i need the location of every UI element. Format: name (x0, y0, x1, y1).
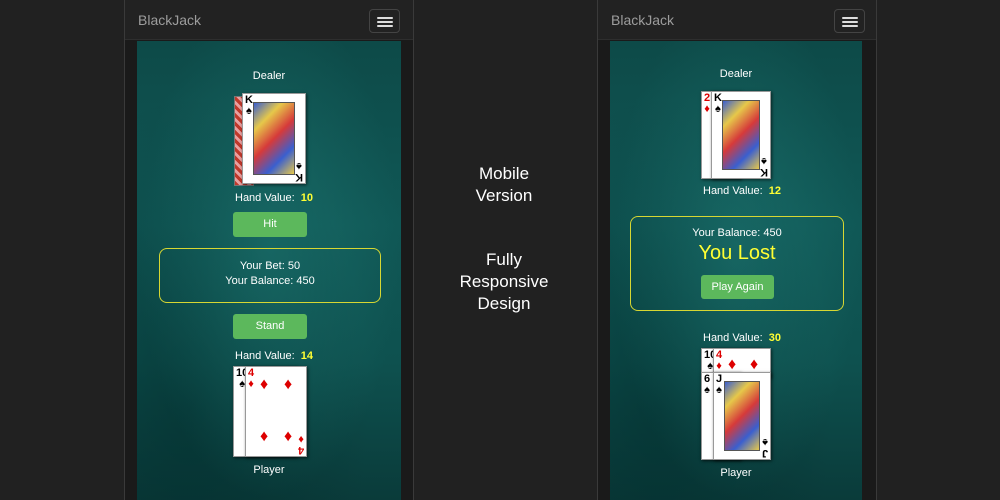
caption-line: Mobile (478, 164, 530, 183)
play-again-button[interactable]: Play Again (701, 275, 774, 299)
card-rank: 4 ♦ (716, 349, 723, 372)
diamond-icon: ♦ (728, 356, 737, 373)
dealer-label: Dealer (252, 70, 286, 82)
menu-toggle-button[interactable] (834, 9, 865, 33)
brand-title[interactable]: BlackJack (611, 12, 674, 28)
king-face-art (253, 102, 295, 175)
menu-toggle-button[interactable] (369, 9, 400, 33)
mobile-screen-left: BlackJack Dealer K ♠ K ♠ Hand Value: 10 Hit… (124, 0, 414, 500)
diamond-icon: ♦ (260, 428, 269, 445)
hit-button[interactable]: Hit (233, 212, 307, 237)
game-table: Dealer 2 ♦ K ♠ K ♠ Hand Value: 12 Your Balan… (610, 41, 862, 500)
hand-value-number: 30 (768, 332, 781, 344)
hamburger-icon (842, 17, 858, 19)
caption-line: Version (475, 186, 533, 205)
card-rank: K ♠ (714, 92, 722, 115)
playing-card: K ♠ K ♠ (711, 91, 771, 179)
balance-text: Your Balance: 450 (225, 275, 315, 287)
bet-text: Your Bet: 50 (239, 260, 301, 272)
playing-card: 4 ♦ ♦ ♦ ♦ ♦ 4 ♦ (245, 366, 307, 457)
card-rank: J ♠ (716, 373, 723, 396)
mobile-screen-right: BlackJack Dealer 2 ♦ K ♠ K ♠ Hand Value: 12 … (597, 0, 877, 500)
hand-value-label: Hand Value: (703, 332, 763, 344)
diamond-icon: ♦ (260, 376, 269, 393)
player-hand-value: Hand Value: 14 (235, 350, 313, 362)
player-label: Player (253, 464, 285, 476)
diamond-icon: ♦ (750, 356, 759, 373)
card-rank: K ♠ (760, 155, 768, 178)
bet-info-box: Your Bet: 50 Your Balance: 450 (159, 248, 381, 303)
player-hand-value: Hand Value: 30 (703, 332, 781, 344)
diamond-icon: ♦ (284, 428, 293, 445)
hamburger-icon-bar (377, 25, 393, 27)
diamond-icon: ♦ (284, 376, 293, 393)
playing-card: K ♠ K ♠ (242, 93, 306, 184)
caption-line: Design (477, 294, 531, 313)
playing-card: J ♠ J ♠ (713, 372, 771, 460)
hamburger-icon-bar (377, 21, 393, 23)
hand-value-number: 10 (300, 192, 313, 204)
hand-value-number: 14 (300, 350, 313, 362)
dealer-hand-value: Hand Value: 12 (703, 185, 781, 197)
navbar: BlackJack (125, 0, 413, 40)
jack-face-art (724, 381, 760, 451)
dealer-label: Dealer (719, 68, 753, 80)
caption-line: Responsive (459, 272, 549, 291)
stand-button[interactable]: Stand (233, 314, 307, 339)
caption-responsive: Fully Responsive Design (444, 249, 564, 315)
king-face-art (722, 100, 760, 170)
hamburger-icon-bar (842, 21, 858, 23)
game-table: Dealer K ♠ K ♠ Hand Value: 10 Hit Your Bet:… (137, 41, 401, 500)
hand-value-label: Hand Value: (703, 185, 763, 197)
card-rank: K ♠ (245, 94, 253, 117)
card-rank: 2 ♦ (704, 92, 711, 115)
balance-text: Your Balance: 450 (692, 227, 782, 239)
brand-title[interactable]: BlackJack (138, 12, 201, 28)
dealer-hand-value: Hand Value: 10 (235, 192, 313, 204)
card-rank: 4 ♦ (297, 433, 304, 456)
navbar: BlackJack (598, 0, 876, 40)
hand-value-label: Hand Value: (235, 350, 295, 362)
result-box: Your Balance: 450 You Lost Play Again (630, 216, 844, 311)
caption-line: Fully (486, 250, 522, 269)
hamburger-icon-bar (842, 25, 858, 27)
player-label: Player (720, 467, 752, 479)
result-text: You Lost (698, 242, 776, 264)
card-rank: J ♠ (761, 436, 768, 459)
card-rank: 4 ♦ (248, 367, 255, 390)
hamburger-icon (377, 17, 393, 19)
card-rank: 6 ♠ (704, 373, 711, 396)
hand-value-number: 12 (768, 185, 781, 197)
card-rank: K ♠ (295, 160, 303, 183)
caption-mobile-version: Mobile Version (444, 163, 564, 207)
hand-value-label: Hand Value: (235, 192, 295, 204)
